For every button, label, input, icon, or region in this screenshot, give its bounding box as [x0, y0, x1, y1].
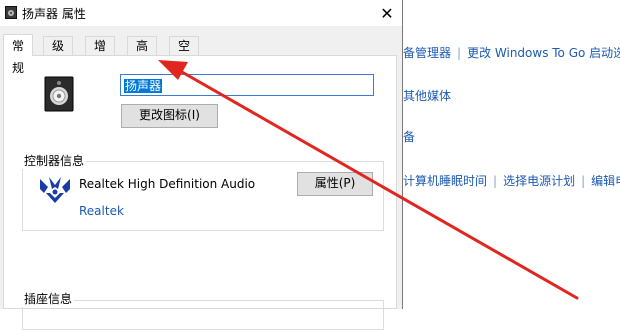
- realtek-logo-icon: [40, 177, 70, 203]
- devices-link[interactable]: 备: [403, 130, 415, 144]
- tab-enhancements[interactable]: 增强: [85, 36, 116, 72]
- edit-power-link[interactable]: 编辑电: [591, 174, 620, 188]
- controller-device-name: Realtek High Definition Audio: [79, 177, 256, 191]
- dialog-title: 扬声器 属性: [22, 7, 86, 21]
- bg-row-3: 备: [403, 128, 415, 145]
- bg-row-2: 其他媒体: [403, 87, 451, 104]
- tab-levels[interactable]: 级别: [43, 36, 74, 72]
- title-bar[interactable]: 扬声器 属性 ✕: [0, 0, 402, 26]
- bg-row-4: 计算机睡眠时间|选择电源计划|编辑电: [403, 172, 620, 189]
- bg-row-1: 备管理器|更改 Windows To Go 启动选项: [403, 44, 620, 61]
- tab-general[interactable]: 常规: [3, 34, 34, 75]
- jack-info-title: 插座信息: [22, 290, 75, 307]
- controller-info-title: 控制器信息: [22, 152, 87, 169]
- control-panel-background: 备管理器|更改 Windows To Go 启动选项 其他媒体 备 计算机睡眠时…: [403, 0, 620, 309]
- controller-vendor: Realtek: [79, 204, 124, 218]
- change-icon-button[interactable]: 更改图标(I): [121, 104, 218, 128]
- speaker-icon: [5, 6, 17, 19]
- sleep-time-link[interactable]: 计算机睡眠时间: [403, 174, 487, 188]
- power-plan-link[interactable]: 选择电源计划: [503, 174, 575, 188]
- windows-to-go-link[interactable]: 更改 Windows To Go 启动选项: [467, 46, 620, 60]
- close-button[interactable]: ✕: [372, 0, 402, 26]
- other-media-link[interactable]: 其他媒体: [403, 89, 451, 103]
- properties-button[interactable]: 属性(P): [297, 172, 373, 196]
- speaker-device-icon: [44, 76, 74, 112]
- device-name-input[interactable]: 扬声器: [120, 74, 374, 96]
- speaker-properties-dialog: 扬声器 属性 ✕ 常规 级别 增强 高级 空间音效 扬声器 更改图标(I) 控制…: [0, 0, 403, 330]
- device-name-value: 扬声器: [124, 79, 163, 93]
- tab-spatial-sound[interactable]: 空间音效: [169, 36, 200, 110]
- device-manager-link[interactable]: 备管理器: [403, 46, 451, 60]
- tab-advanced[interactable]: 高级: [127, 36, 158, 72]
- jack-info-group: [22, 300, 384, 330]
